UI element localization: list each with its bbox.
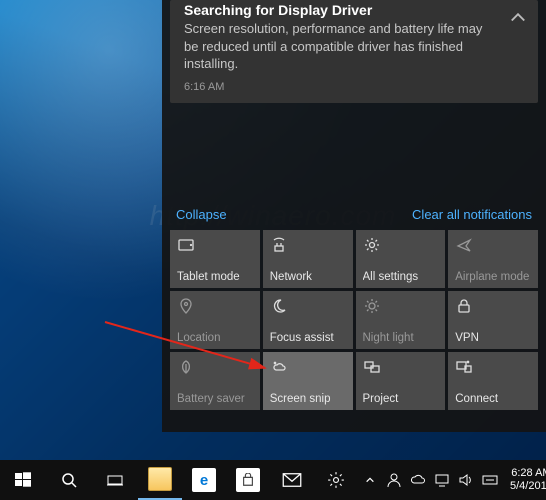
input-tray-icon[interactable] [478, 460, 502, 500]
quick-action-connect[interactable]: Connect [448, 352, 538, 410]
network-icon [270, 236, 288, 254]
quick-action-screen-snip[interactable]: Screen snip [263, 352, 353, 410]
people-icon[interactable] [382, 460, 406, 500]
location-icon [177, 297, 195, 315]
edge-icon: e [192, 468, 216, 492]
search-button[interactable] [46, 460, 92, 500]
notification-time: 6:16 AM [184, 81, 524, 93]
notification-card[interactable]: Searching for Display Driver Screen reso… [170, 0, 538, 103]
collapse-link[interactable]: Collapse [176, 207, 227, 222]
action-center-links: Collapse Clear all notifications [162, 199, 546, 230]
notification-title: Searching for Display Driver [184, 0, 524, 18]
taskbar-app-settings[interactable] [314, 460, 358, 500]
taskbar-app-edge[interactable]: e [182, 460, 226, 500]
snip-icon [270, 358, 288, 376]
quick-action-vpn[interactable]: VPN [448, 291, 538, 349]
search-icon [61, 472, 77, 488]
project-icon [363, 358, 381, 376]
network-tray-icon[interactable] [430, 460, 454, 500]
quick-action-location[interactable]: Location [170, 291, 260, 349]
start-button[interactable] [0, 460, 46, 500]
tile-label: Battery saver [177, 393, 256, 405]
taskbar-app-store[interactable] [226, 460, 270, 500]
quick-action-night-light[interactable]: Night light [356, 291, 446, 349]
tile-label: Tablet mode [177, 271, 256, 283]
tile-label: All settings [363, 271, 442, 283]
tile-label: VPN [455, 332, 534, 344]
windows-icon [15, 472, 31, 488]
mail-icon [280, 468, 304, 492]
clock-date: 5/4/2018 [510, 480, 546, 493]
store-icon [236, 468, 260, 492]
clear-notifications-link[interactable]: Clear all notifications [412, 207, 532, 222]
tile-label: Night light [363, 332, 442, 344]
clock-time: 6:28 AM [510, 467, 546, 480]
gear-icon [363, 236, 381, 254]
tray-overflow-button[interactable] [358, 460, 382, 500]
task-view-button[interactable] [92, 460, 138, 500]
quick-action-project[interactable]: Project [356, 352, 446, 410]
moon-icon [270, 297, 288, 315]
sun-icon [363, 297, 381, 315]
chevron-up-icon[interactable] [508, 8, 528, 28]
system-tray: 6:28 AM 5/4/2018 [358, 460, 546, 500]
tile-label: Connect [455, 393, 534, 405]
folder-icon [148, 467, 172, 491]
quick-action-battery-saver[interactable]: Battery saver [170, 352, 260, 410]
onedrive-icon[interactable] [406, 460, 430, 500]
notification-body: Screen resolution, performance and batte… [184, 20, 524, 73]
quick-actions-grid: Tablet mode Network All settings Airplane m… [162, 230, 546, 418]
airplane-icon [455, 236, 473, 254]
quick-action-focus-assist[interactable]: Focus assist [263, 291, 353, 349]
tile-label: Airplane mode [455, 271, 534, 283]
tile-label: Network [270, 271, 349, 283]
gear-icon [324, 468, 348, 492]
leaf-icon [177, 358, 195, 376]
connect-icon [455, 358, 473, 376]
taskbar: e 6:28 AM 5/4/2018 [0, 460, 546, 500]
taskbar-app-explorer[interactable] [138, 460, 182, 500]
tile-label: Focus assist [270, 332, 349, 344]
tile-label: Screen snip [270, 393, 349, 405]
tile-label: Location [177, 332, 256, 344]
tablet-icon [177, 236, 195, 254]
quick-action-all-settings[interactable]: All settings [356, 230, 446, 288]
taskbar-clock[interactable]: 6:28 AM 5/4/2018 [502, 467, 546, 493]
vpn-icon [455, 297, 473, 315]
volume-tray-icon[interactable] [454, 460, 478, 500]
task-view-icon [107, 472, 123, 488]
quick-action-airplane-mode[interactable]: Airplane mode [448, 230, 538, 288]
quick-action-tablet-mode[interactable]: Tablet mode [170, 230, 260, 288]
quick-action-network[interactable]: Network [263, 230, 353, 288]
action-center-panel: Searching for Display Driver Screen reso… [162, 0, 546, 432]
taskbar-app-mail[interactable] [270, 460, 314, 500]
tile-label: Project [363, 393, 442, 405]
